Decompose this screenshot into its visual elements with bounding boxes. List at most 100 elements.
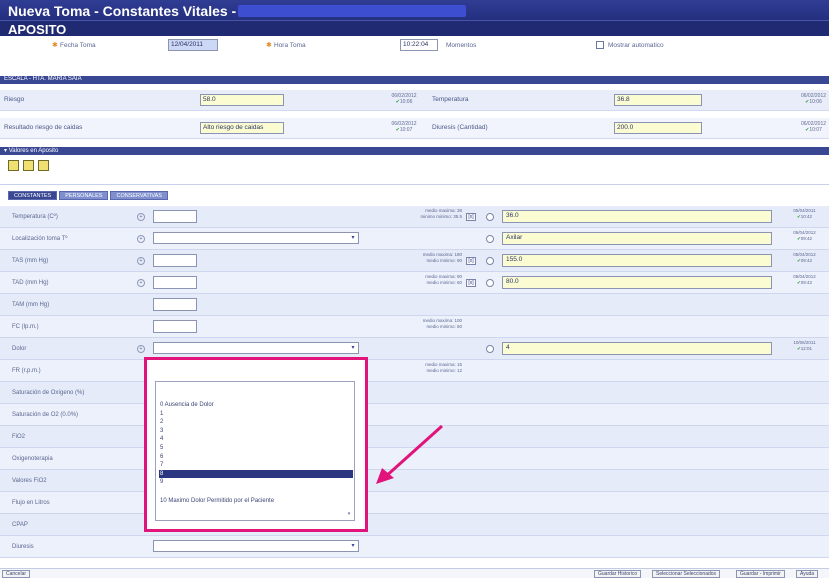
hora-input[interactable]: 10:22:04 [400,39,438,51]
row-radio[interactable] [486,257,494,265]
row-input[interactable] [153,320,197,333]
table-row: Dolor + ▾ 4 10/06/2011 ✔12:01 [0,338,829,360]
table-row: Temperatura (Cº) + medio maxima: 38 minimo … [0,206,829,228]
summary-label: Riesgo [4,96,25,103]
row-input[interactable] [153,254,197,267]
diuresis-summary-value[interactable]: 200.0 [614,122,702,134]
row-toggle-button[interactable]: [x] [466,257,476,265]
momentos-label: Momentos [446,42,477,49]
row-last-value[interactable]: 36.0 [502,210,772,223]
required-star-icon: ✱ [266,42,272,49]
row-toggle-button[interactable]: [x] [466,279,476,287]
row-last-value[interactable]: 4 [502,342,772,355]
form-subtitle: APOSITO [8,22,67,37]
summary-right-label: Temperatura [432,96,469,103]
row-radio[interactable] [486,213,494,221]
fecha-label: Fecha Toma [60,42,96,49]
dropdown-option[interactable]: 9 [159,478,353,486]
dolor-dropdown-list[interactable]: ▾ 0 Ausencia de Dolor 1 2 3 4 5 6 7 8 9 10 Maximo … [155,381,355,521]
row-label: FR (r.p.m.) [12,368,41,374]
row-input[interactable] [153,298,197,311]
riesgo-value[interactable]: 58.0 [200,94,284,106]
row-input[interactable] [153,276,197,289]
edit-record-icon[interactable] [23,160,34,171]
tab-conservativas[interactable]: CONSERVATIVAS [110,191,168,200]
expand-circle-icon[interactable]: + [137,213,145,221]
row-label: CPAP [12,522,28,528]
dolor-dropdown-highlight: ▾ 0 Ausencia de Dolor 1 2 3 4 5 6 7 8 9 10 Maximo … [144,357,368,532]
temperatura-summary-value[interactable]: 36.8 [614,94,702,106]
table-row: FC (lp.m.) medio maxima: 100 medio minimo:… [0,316,829,338]
footer-bar: Cancelar Guardar Historico Seleccionar S… [0,568,829,578]
scroll-down-icon[interactable]: ▾ [345,511,353,519]
row-select[interactable]: ▾ [153,232,359,244]
tab-personales[interactable]: PERSONALES [59,191,109,200]
row-range: medio maxima: 15 medio minimo: 12 [425,362,462,373]
row-range: medio maxima: 100 medio minimo: 50 [422,318,462,329]
row-last-date: 05/04/2012 ✔09:42 [793,230,816,241]
mostrar-label: Mostrar automatico [608,42,664,49]
dropdown-option[interactable]: 3 [159,427,353,435]
row-range: medio maxima: 180 medio minimo: 90 [422,252,462,263]
row-label: Saturación de O2 (0.0%) [12,412,79,418]
dropdown-option[interactable]: 7 [159,461,353,469]
row-radio[interactable] [486,345,494,353]
cancel-button[interactable]: Cancelar [2,570,31,578]
guardar-historico-button[interactable]: Guardar Historico [594,570,642,578]
seleccionar-button[interactable]: Seleccionar Seleccionados [652,570,721,578]
annotation-arrow-icon [376,424,444,484]
new-record-icon[interactable] [8,160,19,171]
row-label: TAD (mm Hg) [12,280,49,286]
expand-circle-icon[interactable]: + [137,279,145,287]
row-range: medio maxima: 90 medio minimo: 60 [425,274,462,285]
row-last-value[interactable]: 155.0 [502,254,772,267]
mostrar-checkbox[interactable] [596,41,604,49]
header-fields-row: ✱ Fecha Toma 12/04/2011 ✱ Hora Toma 10:2… [0,37,829,53]
toolbar-icons [8,160,53,173]
row-range: medio maxima: 38 minimo minimo: 35.5 [420,208,462,219]
chevron-down-icon: ▾ [351,345,355,351]
dropdown-option[interactable]: 10 Maximo Dolor Permitido por el Pacient… [159,497,353,505]
row-label: Flujo en Litros [12,500,50,506]
summary-meta: 06/02/2012 ✔10:07 [391,121,417,133]
dropdown-option[interactable]: 6 [159,453,353,461]
dropdown-option[interactable]: 2 [159,418,353,426]
fecha-input[interactable]: 12/04/2011 [168,39,218,51]
row-select[interactable]: ▾ [153,540,359,552]
tab-constantes[interactable]: CONSTANTES [8,191,58,200]
row-last-value[interactable]: 80.0 [502,276,772,289]
row-radio[interactable] [486,279,494,287]
ayuda-button[interactable]: Ayuda [796,570,819,578]
expand-circle-icon[interactable]: + [137,235,145,243]
row-toggle-button[interactable]: [x] [466,213,476,221]
row-select[interactable]: ▾ [153,342,359,354]
dropdown-option[interactable]: 4 [159,435,353,443]
table-row: Flujo en Litros [0,492,829,514]
patient-band: ESCALA - HTA. MARIA SAIA [0,76,829,84]
chevron-down-icon: ▾ [351,235,355,241]
row-last-value[interactable]: Axilar [502,232,772,245]
row-radio[interactable] [486,235,494,243]
summary-right-meta: 06/02/2012 ✔10:06 [800,93,827,105]
folder-icon[interactable] [38,160,49,171]
form-subtitle-bar: APOSITO [0,20,829,37]
chevron-down-icon: ▾ [351,543,355,549]
row-label: Saturación de Oxígeno (%) [12,390,85,396]
window-title-bar: Nueva Toma - Constantes Vitales - [0,0,829,20]
dropdown-option[interactable]: 8 [159,469,353,478]
dropdown-option[interactable]: 5 [159,444,353,452]
expand-circle-icon[interactable]: + [137,345,145,353]
hora-label: Hora Toma [274,42,306,49]
row-label: FC (lp.m.) [12,324,39,330]
table-row: Localización toma Tº + ▾ Axilar 05/04/2012 ✔0… [0,228,829,250]
valores-band: ▾ Valores en Aposito [0,147,829,155]
row-label: TAS (mm Hg) [12,258,49,264]
row-last-date: 05/04/2012 ✔09:42 [793,252,816,263]
expand-circle-icon[interactable]: + [137,257,145,265]
guardar-imprimir-button[interactable]: Guardar - Imprimir [736,570,785,578]
table-row: TAM (mm Hg) [0,294,829,316]
dropdown-option[interactable]: 0 Ausencia de Dolor [159,401,353,409]
caidas-value[interactable]: Alto riesgo de caidas [200,122,284,134]
dropdown-option[interactable]: 1 [159,410,353,418]
row-input[interactable] [153,210,197,223]
